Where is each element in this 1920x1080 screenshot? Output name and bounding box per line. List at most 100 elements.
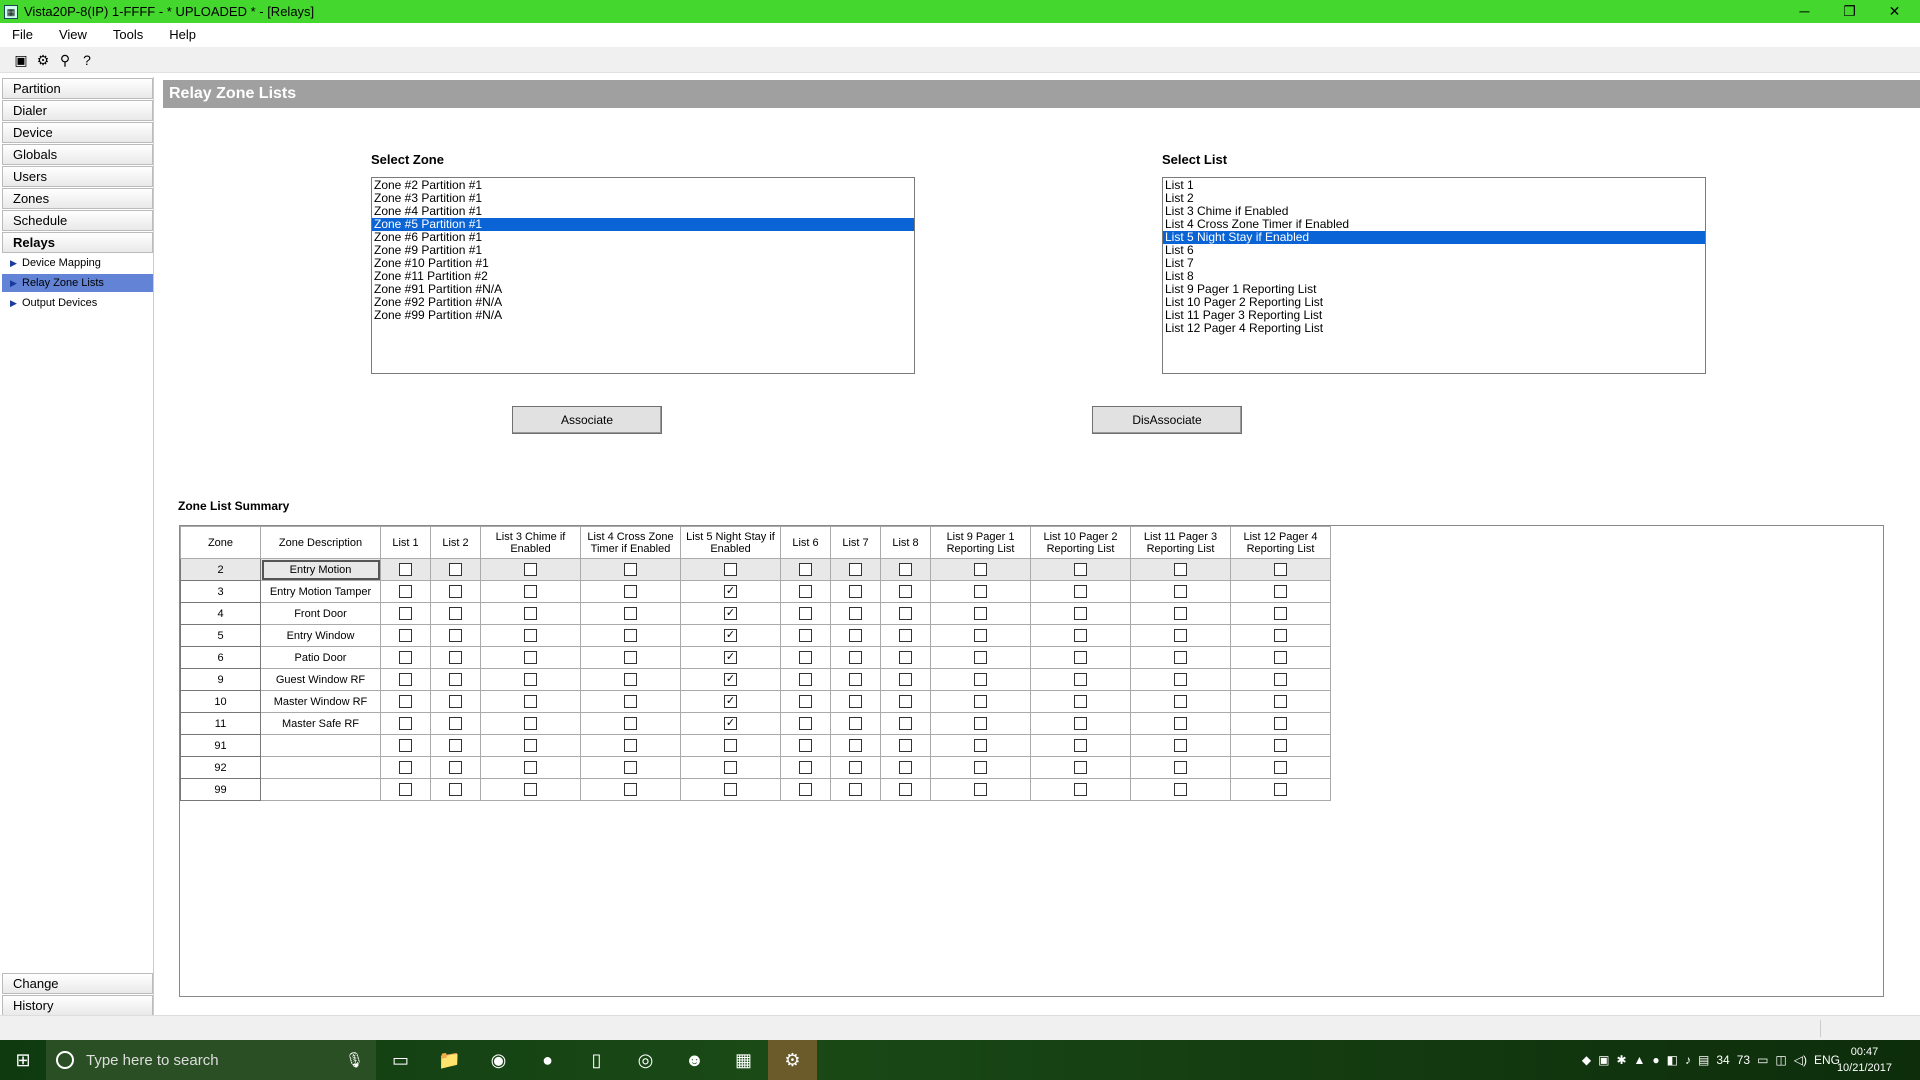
list-checkbox[interactable] xyxy=(399,673,412,686)
list-checkbox[interactable] xyxy=(899,629,912,642)
list-checkbox[interactable]: ✓ xyxy=(724,629,737,642)
list-checkbox[interactable] xyxy=(449,563,462,576)
list-checkbox[interactable] xyxy=(974,651,987,664)
list-checkbox[interactable] xyxy=(799,563,812,576)
list-checkbox[interactable] xyxy=(399,607,412,620)
list-checkbox[interactable] xyxy=(1174,739,1187,752)
nav-dialer[interactable]: Dialer xyxy=(2,100,153,121)
list-checkbox[interactable] xyxy=(1074,651,1087,664)
list-checkbox[interactable] xyxy=(399,629,412,642)
list-checkbox[interactable] xyxy=(974,739,987,752)
list-checkbox[interactable] xyxy=(1274,717,1287,730)
list-checkbox[interactable] xyxy=(1074,629,1087,642)
list-checkbox[interactable] xyxy=(624,563,637,576)
list-checkbox[interactable] xyxy=(1174,607,1187,620)
list-checkbox[interactable] xyxy=(449,673,462,686)
list-checkbox[interactable] xyxy=(524,629,537,642)
list-checkbox[interactable] xyxy=(624,739,637,752)
help-icon[interactable]: ? xyxy=(76,49,98,71)
list-checkbox[interactable] xyxy=(1174,761,1187,774)
tray-app-icon[interactable]: ✱ xyxy=(1616,1053,1626,1067)
tray-app-icon[interactable]: ▣ xyxy=(1598,1053,1609,1067)
list-checkbox[interactable] xyxy=(624,607,637,620)
list-checkbox[interactable]: ✓ xyxy=(724,651,737,664)
menu-help[interactable]: Help xyxy=(165,27,200,42)
list-checkbox[interactable]: ✓ xyxy=(724,717,737,730)
list-checkbox[interactable] xyxy=(799,739,812,752)
list-checkbox[interactable] xyxy=(1174,673,1187,686)
app-7-icon[interactable]: ▯ xyxy=(572,1040,621,1080)
list-item[interactable]: List 7 xyxy=(1163,257,1705,270)
search-icon[interactable]: ⚲ xyxy=(54,49,76,71)
list-checkbox[interactable] xyxy=(799,629,812,642)
list-checkbox[interactable] xyxy=(1274,673,1287,686)
list-checkbox[interactable] xyxy=(1274,629,1287,642)
list-checkbox[interactable] xyxy=(849,739,862,752)
list-checkbox[interactable] xyxy=(524,607,537,620)
list-item[interactable]: List 6 xyxy=(1163,244,1705,257)
list-checkbox[interactable] xyxy=(1174,585,1187,598)
tray-spotify-icon[interactable]: ● xyxy=(1652,1053,1659,1067)
calculator-icon[interactable]: ▦ xyxy=(719,1040,768,1080)
list-checkbox[interactable] xyxy=(899,695,912,708)
list-checkbox[interactable] xyxy=(1074,739,1087,752)
subitem-device-mapping[interactable]: ▶ Device Mapping xyxy=(2,254,153,272)
list-checkbox[interactable] xyxy=(1074,695,1087,708)
list-checkbox[interactable] xyxy=(849,651,862,664)
list-checkbox[interactable] xyxy=(849,585,862,598)
list-checkbox[interactable] xyxy=(624,629,637,642)
list-checkbox[interactable] xyxy=(899,783,912,796)
list-checkbox[interactable] xyxy=(399,651,412,664)
nav-change[interactable]: Change xyxy=(2,973,153,994)
maximize-button[interactable]: ❐ xyxy=(1827,0,1872,23)
list-checkbox[interactable] xyxy=(724,783,737,796)
list-checkbox[interactable] xyxy=(449,761,462,774)
list-checkbox[interactable] xyxy=(1074,761,1087,774)
nav-device[interactable]: Device xyxy=(2,122,153,143)
list-checkbox[interactable] xyxy=(399,563,412,576)
list-checkbox[interactable] xyxy=(524,563,537,576)
list-checkbox[interactable] xyxy=(1074,563,1087,576)
zone-description-cell[interactable]: Master Window RF xyxy=(260,690,381,713)
list-checkbox[interactable]: ✓ xyxy=(724,585,737,598)
list-checkbox[interactable] xyxy=(1074,783,1087,796)
list-checkbox[interactable] xyxy=(899,563,912,576)
list-checkbox[interactable] xyxy=(624,761,637,774)
list-checkbox[interactable] xyxy=(1274,585,1287,598)
volume-icon[interactable]: ♪ xyxy=(1685,1053,1691,1067)
chrome-icon[interactable]: ◉ xyxy=(474,1040,523,1080)
list-checkbox[interactable] xyxy=(449,629,462,642)
list-checkbox[interactable] xyxy=(1174,717,1187,730)
list-checkbox[interactable] xyxy=(624,695,637,708)
speaker-icon[interactable]: ◁) xyxy=(1794,1053,1807,1067)
list-checkbox[interactable] xyxy=(624,673,637,686)
list-item[interactable]: List 12 Pager 4 Reporting List xyxy=(1163,322,1705,335)
compass-app-icon[interactable]: ⚙ xyxy=(768,1040,817,1080)
save-icon[interactable]: ▣ xyxy=(10,49,32,71)
nav-relays[interactable]: Relays xyxy=(2,232,153,253)
list-checkbox[interactable] xyxy=(624,783,637,796)
list-checkbox[interactable] xyxy=(974,761,987,774)
list-checkbox[interactable] xyxy=(624,585,637,598)
zone-description-cell[interactable]: Entry Motion xyxy=(260,558,381,581)
list-checkbox[interactable] xyxy=(724,739,737,752)
list-checkbox[interactable] xyxy=(1274,607,1287,620)
list-checkbox[interactable] xyxy=(399,695,412,708)
list-checkbox[interactable] xyxy=(849,717,862,730)
battery-icon[interactable]: ▭ xyxy=(1757,1053,1768,1067)
list-checkbox[interactable] xyxy=(1074,717,1087,730)
list-checkbox[interactable] xyxy=(399,739,412,752)
zone-description-cell[interactable]: Entry Motion Tamper xyxy=(260,580,381,603)
zone-description-cell[interactable]: Master Safe RF xyxy=(260,712,381,735)
list-checkbox[interactable] xyxy=(974,607,987,620)
list-checkbox[interactable] xyxy=(524,585,537,598)
list-checkbox[interactable] xyxy=(849,695,862,708)
menu-tools[interactable]: Tools xyxy=(109,27,147,42)
disassociate-button[interactable]: DisAssociate xyxy=(1092,406,1242,434)
list-checkbox[interactable] xyxy=(899,717,912,730)
list-checkbox[interactable] xyxy=(724,563,737,576)
list-checkbox[interactable] xyxy=(1174,629,1187,642)
list-item[interactable]: List 1 xyxy=(1163,179,1705,192)
list-checkbox[interactable] xyxy=(524,673,537,686)
list-checkbox[interactable] xyxy=(524,739,537,752)
